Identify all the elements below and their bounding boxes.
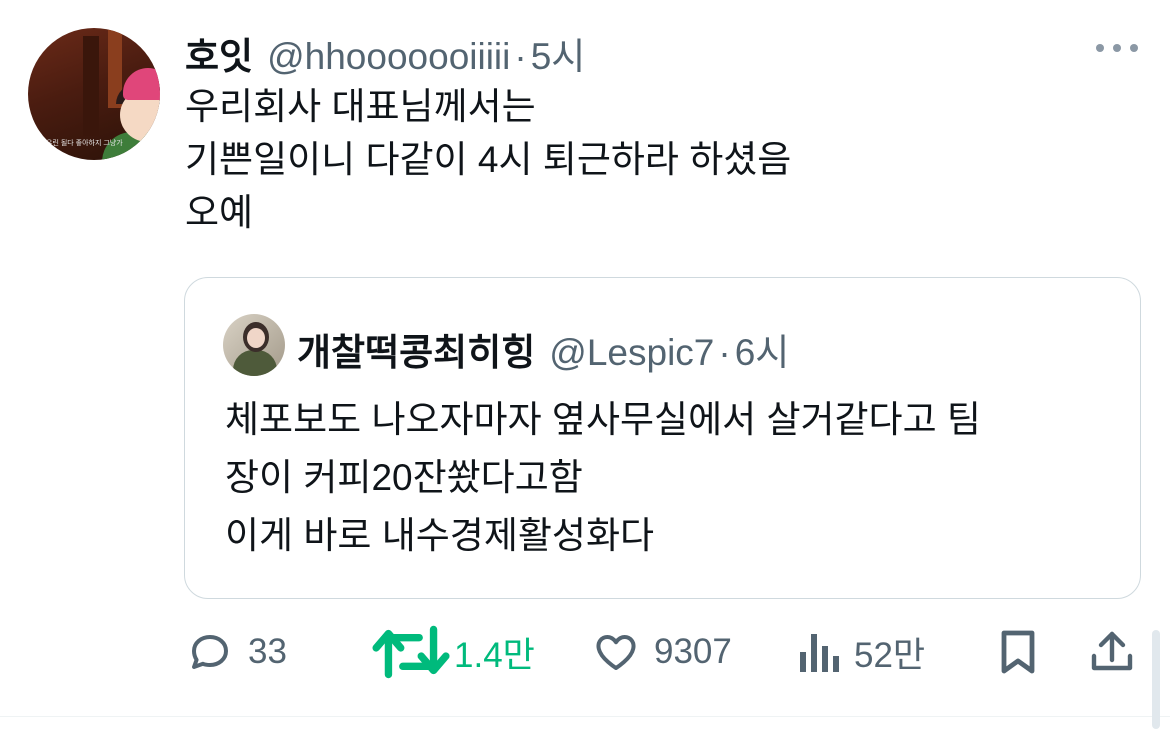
tweet-time[interactable]: 5시 [531,26,586,80]
reply-button[interactable]: 33 [186,620,287,684]
action-bar: 33 1.4만 9307 52만 [0,620,1170,690]
views-button[interactable]: 52만 [796,620,925,684]
tweet-text-line: 오예 [185,192,254,233]
avatar-caption: 우린 될다 좋아하지 그냥가 [46,140,123,147]
share-button[interactable] [1088,620,1136,684]
quoted-tweet-text: 체포보도 나오자마자 옆사무실에서 살거같다고 팀 장이 커피20잔쐈다고함 이… [225,391,981,565]
quoted-author-handle[interactable]: @Lespic7 [549,332,714,374]
quoted-author-avatar[interactable] [223,314,285,376]
divider [0,716,1170,717]
author-avatar[interactable]: 우린 될다 좋아하지 그냥가 [28,28,160,160]
quoted-text-line: 장이 커피20잔쐈다고함 [225,457,583,498]
scrollbar[interactable] [1152,630,1160,729]
retweet-button[interactable]: 1.4만 [370,620,535,684]
quoted-tweet[interactable]: 개찰떡콩최히힝 @Lespic7 · 6시 체포보도 나오자마자 옆사무실에서 … [184,277,1141,599]
retweet-icon [372,625,450,679]
author-name[interactable]: 호잇 [185,26,253,80]
avatar-background [83,36,99,136]
separator-dot: · [718,332,731,373]
retweet-count: 1.4만 [454,635,535,675]
tweet-text: 우리회사 대표님께서는 기쁜일이니 다같이 4시 퇴근하라 하셨음 오예 [185,80,791,239]
quoted-text-line: 체포보도 나오자마자 옆사무실에서 살거같다고 팀 [225,399,981,440]
reply-icon [192,635,228,669]
views-count: 52만 [854,635,926,675]
views-chart-icon [800,634,839,672]
like-button[interactable]: 9307 [592,620,732,684]
like-count: 9307 [654,632,732,671]
quoted-tweet-time: 6시 [734,332,790,373]
quoted-text-line: 이게 바로 내수경제활성화다 [225,515,655,556]
bookmark-button[interactable] [996,620,1040,684]
bookmark-icon [1001,630,1035,674]
heart-icon [596,635,636,670]
separator-dot: · [514,36,527,77]
tweet-text-line: 기쁜일이니 다같이 4시 퇴근하라 하셨음 [185,139,792,180]
tweet-header: 호잇 @hhooooooiiiii · 5시 [185,26,585,77]
reply-count: 33 [248,632,287,671]
more-horizontal-icon[interactable] [1096,38,1138,58]
quoted-tweet-header: 개찰떡콩최히힝 @Lespic7 · 6시 [297,322,789,376]
share-icon [1091,631,1133,671]
tweet-text-line: 우리회사 대표님께서는 [185,86,536,127]
quoted-author-name[interactable]: 개찰떡콩최히힝 [297,322,535,376]
author-handle[interactable]: @hhooooooiiiii [267,36,510,78]
